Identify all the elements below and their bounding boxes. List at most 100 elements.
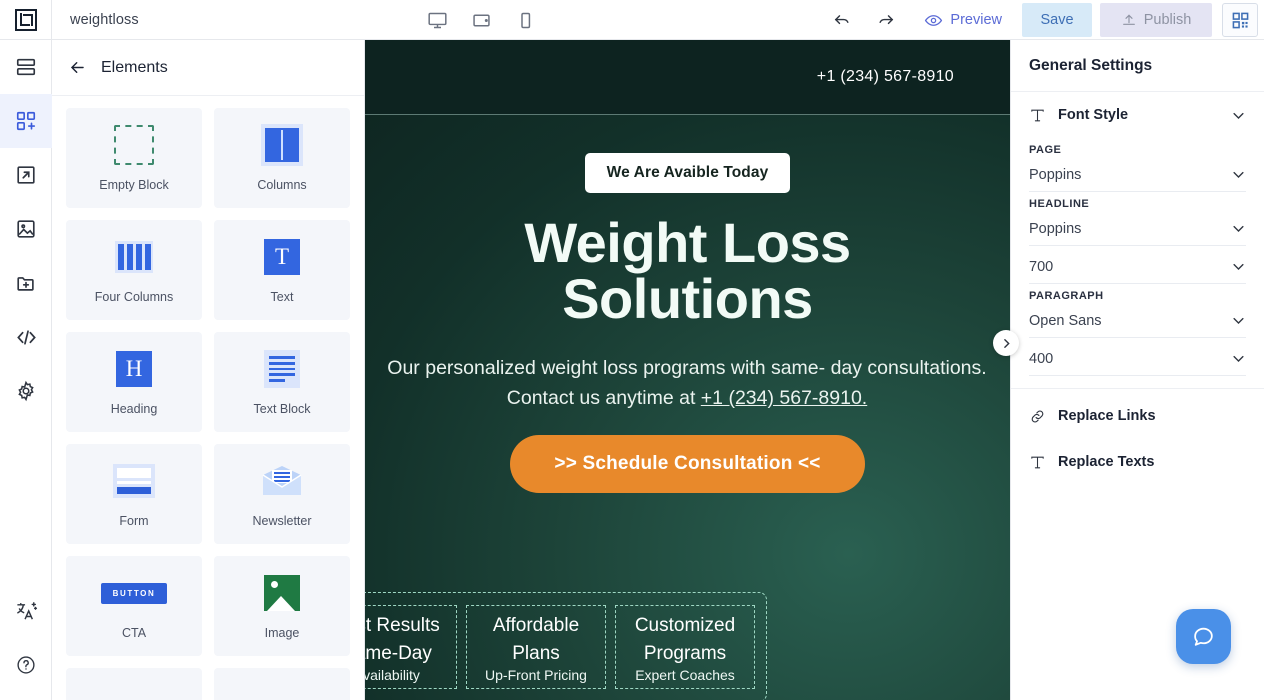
replace-texts-row[interactable]: Replace Texts <box>1011 439 1264 485</box>
feature-title-line1: Affordable <box>492 615 580 636</box>
feature-subtitle: Up-Front Pricing <box>485 667 587 684</box>
feature-subtitle: Availability <box>365 667 420 684</box>
paragraph-font-select[interactable]: Open Sans <box>1029 304 1246 338</box>
group-label-headline: HEADLINE <box>1029 198 1090 210</box>
element-newsletter[interactable]: Newsletter <box>214 444 350 544</box>
settings-divider <box>1011 388 1264 389</box>
save-button[interactable]: Save <box>1022 3 1092 37</box>
tablet-view-button[interactable] <box>459 0 503 40</box>
empty-block-icon <box>114 124 154 166</box>
site-header-phone[interactable]: +1 (234) 567-8910 <box>817 68 954 86</box>
canvas-panel-toggle[interactable] <box>993 330 1019 356</box>
panel-title: Elements <box>101 58 168 76</box>
hero-cta-button[interactable]: >> Schedule Consultation << <box>510 435 865 494</box>
replace-links-row[interactable]: Replace Links <box>1011 393 1264 439</box>
element-image[interactable]: Image <box>214 556 350 656</box>
sidebar-item-translate[interactable] <box>0 584 52 638</box>
chevron-down-icon <box>1233 225 1244 232</box>
headline-weight-select[interactable]: 700 <box>1029 250 1246 284</box>
feature-title: Fast Results Same-Day <box>365 612 449 667</box>
chat-bubble-icon <box>1194 627 1213 646</box>
undo-button[interactable] <box>820 0 864 40</box>
chevron-right-icon <box>1003 338 1010 348</box>
paragraph-weight-select[interactable]: 400 <box>1029 342 1246 376</box>
element-text[interactable]: T Text <box>214 220 350 320</box>
hero-paragraph-line3: Contact us anytime at <box>506 387 701 410</box>
hero-phone-link[interactable]: +1 (234) 567-8910. <box>701 387 867 409</box>
desktop-view-button[interactable] <box>415 0 459 40</box>
feature-card[interactable]: Customized Programs Expert Coaches <box>615 605 755 689</box>
feature-subtitle: Expert Coaches <box>635 667 735 684</box>
back-button[interactable] <box>68 58 87 77</box>
page-canvas[interactable]: +1 (234) 567-8910 We Are Avaible Today W… <box>365 40 1010 700</box>
sidebar-item-sections[interactable] <box>0 40 52 94</box>
group-label-paragraph: PARAGRAPH <box>1029 290 1104 302</box>
sidebar-item-help[interactable] <box>0 638 52 692</box>
sidebar-item-popup[interactable] <box>0 148 52 202</box>
feature-title-line1: Fast Results <box>365 615 440 636</box>
feature-title-line2: Programs <box>643 642 727 664</box>
gear-icon <box>18 380 34 402</box>
qr-code-button[interactable] <box>1222 3 1258 37</box>
feature-title-line2: Same-Day <box>365 642 432 664</box>
element-heading[interactable]: H Heading <box>66 332 202 432</box>
feature-card[interactable]: Fast Results Same-Day Availability <box>365 605 457 689</box>
sidebar-item-images[interactable] <box>0 202 52 256</box>
sidebar-item-elements[interactable] <box>0 94 52 148</box>
mobile-view-button[interactable] <box>503 0 547 40</box>
element-empty-block[interactable]: Empty Block <box>66 108 202 208</box>
element-placeholder-a[interactable] <box>66 668 202 700</box>
site-header[interactable]: +1 (234) 567-8910 <box>365 40 1010 115</box>
preview-button[interactable]: Preview <box>908 0 1018 40</box>
hero-headline[interactable]: Weight Loss Solutions <box>365 215 1010 327</box>
sidebar-item-settings[interactable] <box>0 364 52 418</box>
paragraph-weight-value: 400 <box>1029 350 1054 367</box>
heading-icon: H <box>116 348 152 390</box>
element-label: Newsletter <box>252 514 312 528</box>
chevron-down-icon <box>1233 112 1244 119</box>
element-label: CTA <box>121 626 147 640</box>
hero-paragraph[interactable]: Our personalized weight loss programs wi… <box>365 353 1010 413</box>
hero-paragraph-line2: day consultations. <box>830 357 987 379</box>
elements-grid: Empty Block Columns Four Columns T Text … <box>52 96 364 700</box>
element-cta[interactable]: BUTTON CTA <box>66 556 202 656</box>
sidebar-item-code[interactable] <box>0 310 52 364</box>
newsletter-icon <box>261 460 303 502</box>
element-form[interactable]: Form <box>66 444 202 544</box>
cta-badge-text: BUTTON <box>100 582 168 604</box>
redo-icon <box>879 15 894 25</box>
hero-paragraph-line1: Our personalized weight loss programs wi… <box>387 357 826 379</box>
feature-card[interactable]: Affordable Plans Up-Front Pricing <box>466 605 606 689</box>
element-four-columns[interactable]: Four Columns <box>66 220 202 320</box>
element-placeholder-b[interactable] <box>214 668 350 700</box>
hero-headline-line2: Solutions <box>562 267 813 330</box>
app-logo[interactable] <box>0 0 52 40</box>
hero-badge[interactable]: We Are Avaible Today <box>584 153 791 193</box>
redo-button[interactable] <box>864 0 908 40</box>
text-block-icon <box>264 348 300 390</box>
sidebar-item-assets[interactable] <box>0 256 52 310</box>
qr-code-icon <box>1232 12 1248 28</box>
group-label-page: PAGE <box>1029 144 1062 156</box>
feature-title: Affordable Plans <box>474 612 598 667</box>
image-icon <box>17 220 35 238</box>
code-icon <box>16 329 36 345</box>
features-row[interactable]: Fast Results Same-Day Availability Affor… <box>365 592 767 700</box>
help-chat-button[interactable] <box>1176 609 1231 664</box>
element-columns[interactable]: Columns <box>214 108 350 208</box>
chevron-down-icon <box>1233 317 1244 324</box>
font-style-row[interactable]: Font Style <box>1011 92 1264 138</box>
publish-label: Publish <box>1143 12 1192 28</box>
publish-button[interactable]: Publish <box>1100 3 1212 37</box>
element-label: Text <box>270 290 294 304</box>
top-toolbar: weightloss Preview Save Publish <box>0 0 1264 40</box>
question-circle-icon <box>17 656 35 674</box>
hero-section[interactable]: We Are Avaible Today Weight Loss Solutio… <box>365 115 1010 700</box>
link-icon <box>1031 410 1044 422</box>
headline-font-select[interactable]: Poppins <box>1029 212 1246 246</box>
feature-title-line1: Customized <box>634 615 736 636</box>
toolbar-actions: Preview Save Publish <box>820 0 1258 40</box>
element-text-block[interactable]: Text Block <box>214 332 350 432</box>
page-font-select[interactable]: Poppins <box>1029 158 1246 192</box>
popup-arrow-icon <box>17 166 35 184</box>
